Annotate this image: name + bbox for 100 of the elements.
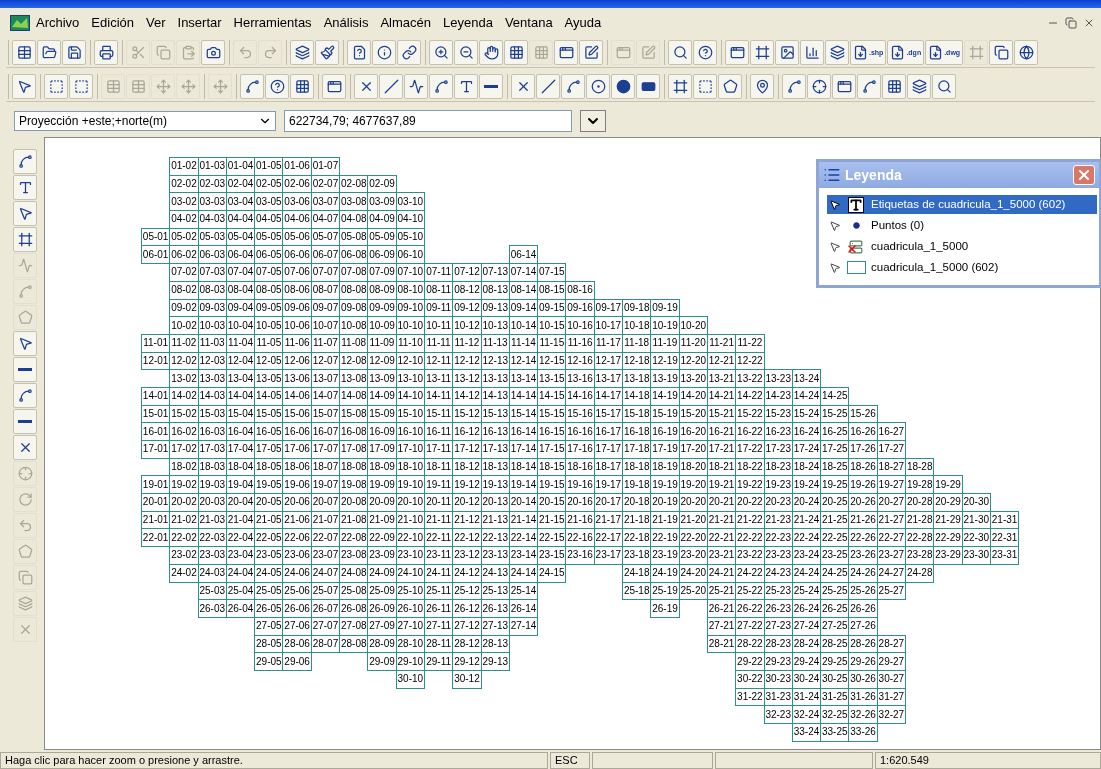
curve-icon — [565, 78, 581, 94]
menu-item[interactable]: Almacén — [380, 12, 431, 33]
tool-button[interactable] — [932, 73, 956, 99]
menu-item[interactable]: Archivo — [36, 12, 80, 33]
tool-button[interactable] — [807, 73, 831, 99]
tool-button[interactable] — [800, 39, 824, 65]
restore-icon[interactable] — [1065, 16, 1077, 29]
menu-item[interactable]: Ventana — [504, 12, 553, 33]
tool-button[interactable] — [561, 73, 585, 99]
coordinates-dropdown-button[interactable] — [580, 110, 606, 132]
tool-button[interactable] — [290, 73, 314, 99]
tool-button[interactable] — [586, 73, 610, 99]
tool-button[interactable] — [13, 149, 37, 174]
close-icon — [1076, 167, 1092, 183]
text-icon — [458, 78, 474, 94]
tool-button[interactable] — [13, 331, 37, 356]
tool-button[interactable] — [13, 357, 37, 382]
menu-item[interactable]: Ver — [146, 12, 166, 33]
window-icon — [558, 44, 574, 60]
map-grid-cell: 22-31 — [989, 528, 1020, 548]
tool-button[interactable] — [554, 39, 578, 65]
tool-button[interactable] — [636, 73, 660, 99]
coordinates-field[interactable]: 622734,79; 4677637,89 — [284, 110, 572, 132]
tool-button[interactable] — [782, 73, 806, 99]
file-export-icon — [853, 44, 868, 60]
copy-icon — [155, 44, 171, 60]
tool-button[interactable] — [290, 39, 314, 65]
move-icon — [180, 78, 196, 94]
table-icon — [130, 78, 146, 94]
menu-item[interactable]: Herramientas — [233, 12, 312, 33]
legend-layer-row[interactable]: cuadricula_1_5000 (602) — [827, 258, 1097, 277]
tool-button[interactable] — [372, 39, 396, 65]
tool-button[interactable] — [718, 73, 742, 99]
tool-button[interactable] — [479, 73, 503, 99]
tool-button[interactable] — [13, 175, 37, 200]
tool-button[interactable] — [13, 201, 37, 226]
tool-button[interactable] — [13, 409, 37, 434]
map-grid-cell: 01-07 — [310, 157, 341, 176]
tool-button[interactable] — [536, 73, 560, 99]
tool-button[interactable] — [379, 73, 403, 99]
tool-button[interactable] — [882, 73, 906, 99]
polygon-icon — [17, 544, 33, 559]
tool-button[interactable] — [315, 39, 339, 65]
map-grid-cell: 15-26 — [848, 404, 878, 424]
tool-button[interactable] — [1014, 39, 1039, 65]
map-grid-cell: 29-13 — [480, 652, 510, 671]
tool-button[interactable] — [265, 73, 289, 99]
tool-button[interactable] — [579, 39, 603, 65]
tool-button[interactable] — [201, 39, 225, 65]
tool-button[interactable] — [479, 39, 503, 65]
tool-button[interactable] — [62, 39, 86, 65]
tool-button[interactable] — [404, 73, 428, 99]
map-grid-cell: 15-01 — [141, 404, 171, 424]
tool-button[interactable] — [989, 39, 1014, 65]
tool-button[interactable] — [611, 73, 635, 99]
tool-button[interactable] — [668, 39, 692, 65]
tool-button[interactable] — [504, 39, 528, 65]
file-export-icon — [928, 44, 944, 60]
tool-button[interactable] — [429, 39, 453, 65]
map-grid-cell: 30-27 — [876, 669, 906, 689]
tool-button[interactable] — [775, 39, 799, 65]
tool-button[interactable] — [13, 383, 37, 408]
tool-button[interactable] — [454, 73, 478, 99]
menu-item[interactable]: Insertar — [177, 12, 222, 33]
tool-button[interactable] — [725, 39, 749, 65]
map-grid-cell: 08-16 — [565, 280, 595, 300]
map-grid-cell: 17-01 — [141, 440, 171, 459]
legend-layer-row[interactable]: Etiquetas de cuadricula_1_5000 (602) — [827, 195, 1097, 214]
tool-button[interactable] — [322, 73, 346, 99]
tool-button[interactable] — [825, 39, 849, 65]
tool-button[interactable] — [13, 227, 37, 252]
tool-button[interactable] — [857, 73, 881, 99]
tool-button[interactable] — [13, 435, 37, 460]
close-button[interactable] — [1073, 165, 1095, 185]
tool-button[interactable] — [907, 73, 931, 99]
legend-layer-row[interactable]: Puntos (0) — [827, 216, 1097, 235]
tool-button[interactable] — [511, 73, 535, 99]
tool-button[interactable] — [429, 73, 453, 99]
tool-button[interactable] — [354, 73, 378, 99]
menu-item[interactable]: Ayuda — [564, 12, 602, 33]
tool-button[interactable] — [37, 39, 61, 65]
map-grid-cell: 18-02 — [169, 457, 199, 477]
tool-button[interactable] — [94, 39, 118, 65]
tool-button[interactable] — [454, 39, 478, 65]
tool-button[interactable] — [750, 73, 774, 99]
tool-button[interactable] — [750, 39, 774, 65]
tool-button[interactable] — [693, 39, 717, 65]
map-grid-cell: 29-05 — [254, 652, 284, 671]
legend-layer-row[interactable]: cuadricula_1_5000 — [827, 237, 1097, 256]
menu-item[interactable]: Edición — [91, 12, 134, 33]
tool-button[interactable] — [12, 39, 36, 65]
tool-button[interactable] — [240, 73, 264, 99]
menu-item[interactable]: Análisis — [323, 12, 369, 33]
tool-button[interactable] — [397, 39, 421, 65]
projection-dropdown[interactable]: Proyección +este;+norte(m) — [14, 111, 276, 131]
tool-button[interactable] — [668, 73, 692, 99]
tool-button[interactable] — [12, 73, 36, 99]
menu-item[interactable]: Leyenda — [443, 12, 493, 33]
tool-button[interactable] — [832, 73, 856, 99]
tool-button[interactable] — [347, 39, 371, 65]
